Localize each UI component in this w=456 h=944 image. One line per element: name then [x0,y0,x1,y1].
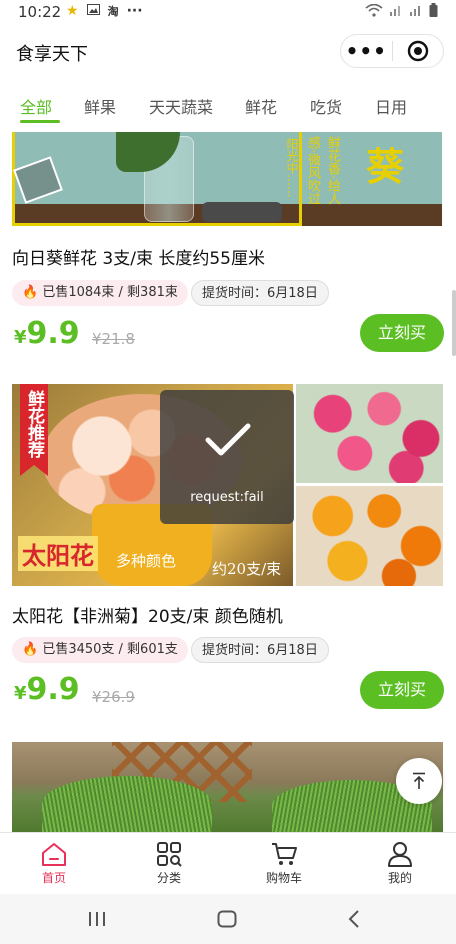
image-grass-left [42,776,212,832]
cart-icon [272,843,297,865]
status-notification-icons: ★ 淘 ··· [66,3,143,19]
sold-count: 已售3450支 / 剩601支 [42,642,178,657]
price-currency: ¥ [14,327,27,348]
price-currency: ¥ [14,683,27,704]
recent-apps-icon[interactable] [88,911,106,927]
signal-icon [389,4,403,19]
pickup-date-badge: 提货时间：6月18日 [191,280,329,306]
tab-category[interactable]: 分类 [129,839,209,886]
tab-cart[interactable]: 购物车 [244,839,324,886]
toast: request:fail [160,390,294,524]
system-navigation-bar [0,894,456,944]
active-tab-indicator [20,120,60,123]
category-icon [157,842,182,867]
tab-profile[interactable]: 我的 [360,839,440,886]
tab-cart-label: 购物车 [265,871,302,885]
tab-home-label: 首页 [41,871,66,885]
image-text-vertical-b: 感·微风吹过 [305,136,320,206]
miniprogram-capsule: ••• [340,34,444,68]
buy-now-button[interactable]: 立刻买 [360,671,444,709]
price: ¥9.9 [14,672,80,707]
user-icon [388,842,412,867]
star-icon: ★ [66,3,79,19]
image-text-vertical-a: 鲜花香·给人 [325,136,340,206]
tab-fruit[interactable]: 鲜果 [84,94,116,118]
product-image-sunflower[interactable]: 阳光中…… 感·微风吹过 鲜花香·给人 葵 [12,132,442,226]
signal-icon-2 [409,4,423,19]
tab-snacks[interactable]: 吃货 [310,94,342,118]
tab-daily[interactable]: 日用 [375,94,407,118]
product-image-gerbera-pink[interactable] [296,384,443,483]
app-title: 食享天下 [16,44,88,65]
status-system-icons [365,3,438,20]
original-price: ¥26.9 [92,688,135,706]
more-menu-button[interactable]: ••• [341,36,392,66]
status-time: 10:22 [18,3,62,21]
tab-all[interactable]: 全部 [20,94,52,118]
tab-home[interactable]: 首页 [14,839,94,886]
image-icon [86,4,100,18]
toast-message: request:fail [190,490,264,505]
original-price: ¥21.8 [92,330,135,348]
target-close-icon [407,40,428,62]
price-value: 9.9 [26,672,80,707]
sold-count: 已售1084束 / 剩381束 [42,285,178,300]
battery-icon [429,3,438,20]
image-text-flower-name: 太阳花 [18,536,98,571]
tab-category-label: 分类 [156,871,181,885]
pickup-date-badge: 提货时间：6月18日 [191,637,329,663]
scroll-indicator [452,290,456,356]
tab-vegetables[interactable]: 天天蔬菜 [149,94,213,118]
home-icon [42,843,66,866]
price-value: 9.9 [26,316,80,351]
tab-flowers[interactable]: 鲜花 [245,94,277,118]
sold-badge: 🔥 已售1084束 / 剩381束 [12,280,188,306]
app-title-bar: 食享天下 ••• [0,24,456,80]
category-tabs: 全部 鲜果 天天蔬菜 鲜花 吃货 日用 [0,80,456,128]
image-cloth [202,202,282,222]
bottom-tab-bar: 首页 分类 购物车 我的 [0,832,456,894]
image-text-vertical-c: 阳光中…… [285,138,299,198]
close-miniprogram-button[interactable] [392,40,443,62]
product-image-grass[interactable] [12,742,443,832]
image-text-colors: 多种颜色 [116,552,177,570]
product-title[interactable]: 太阳花【非洲菊】20支/束 颜色随机 [12,602,283,627]
status-bar: 10:22 ★ 淘 ··· [0,0,456,24]
more-notifications-icon: ··· [126,3,143,19]
back-icon[interactable] [348,910,360,928]
fire-icon: 🔥 [22,642,39,657]
product-image-gerbera-orange[interactable] [296,486,443,586]
fire-icon: 🔥 [22,285,39,300]
recommend-ribbon-text: 鲜花推荐 [24,390,44,458]
tab-profile-label: 我的 [387,871,412,885]
image-text-main: 葵 [366,144,405,189]
home-button-icon[interactable] [217,910,237,928]
back-to-top-button[interactable] [396,758,442,804]
arrow-up-icon [413,772,425,789]
checkmark-icon [205,423,251,456]
product-title[interactable]: 向日葵鲜花 3支/束 长度约55厘米 [12,244,265,269]
buy-now-button[interactable]: 立刻买 [360,314,444,352]
price: ¥9.9 [14,316,80,351]
taobao-icon: 淘 [107,5,119,18]
wifi-icon [365,3,383,20]
image-text-count: 约20支/束 [212,560,282,578]
sold-badge: 🔥 已售3450支 / 剩601支 [12,637,188,663]
